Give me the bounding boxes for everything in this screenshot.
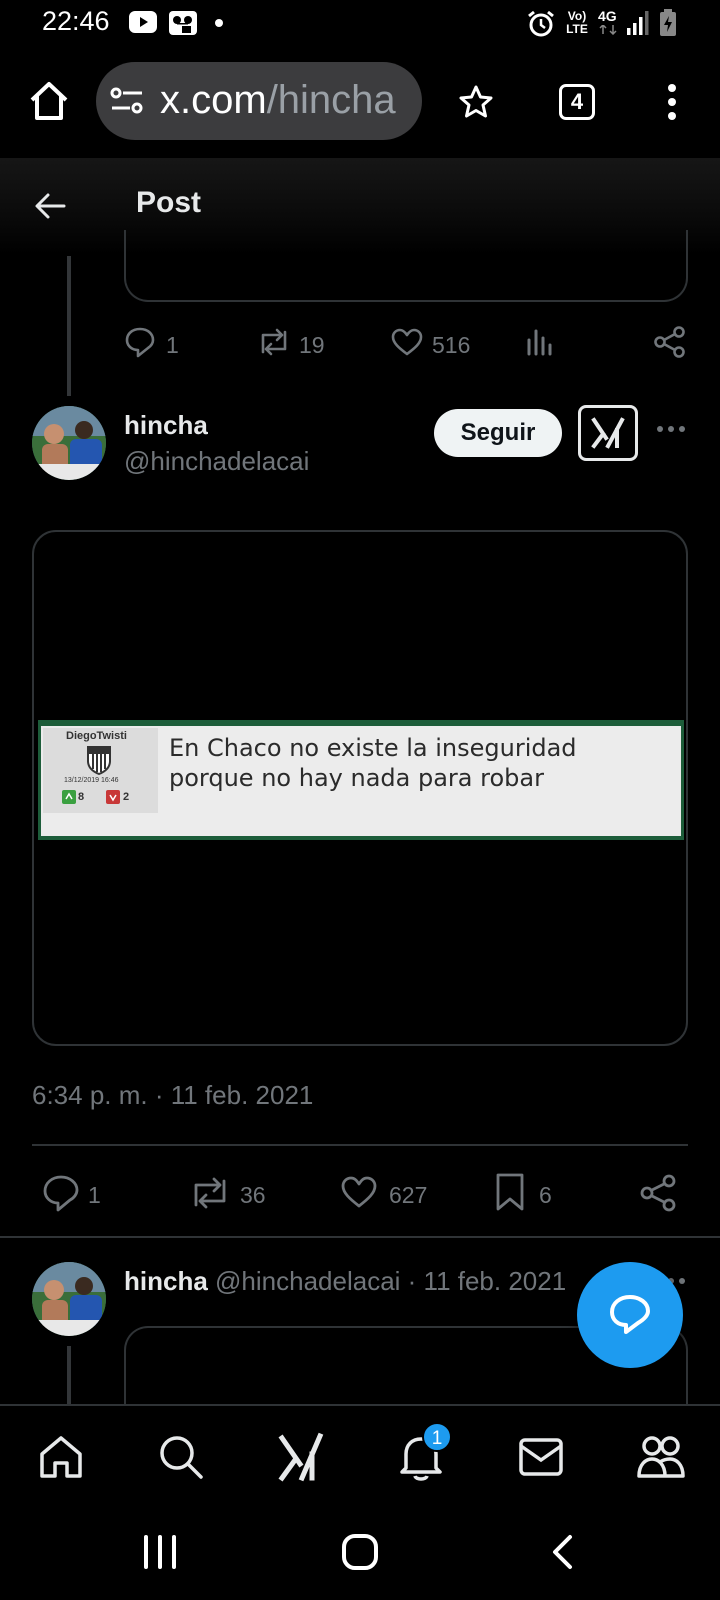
avatar-image — [32, 406, 106, 480]
url-text[interactable]: x.com/hincha — [160, 78, 410, 123]
browser-home-icon[interactable] — [28, 80, 70, 122]
nav-communities-icon[interactable] — [636, 1432, 686, 1480]
grok-button[interactable] — [578, 405, 638, 461]
data-arrows-icon — [599, 25, 617, 35]
prev-like-icon[interactable] — [391, 327, 423, 357]
signal-icon — [627, 11, 649, 35]
nav-home-icon[interactable] — [38, 1434, 84, 1480]
status-time: 22:46 — [42, 6, 110, 36]
youtube-icon — [129, 11, 157, 33]
bottom-navigation — [0, 1404, 720, 1512]
voicemail-app-icon — [169, 11, 197, 35]
nav-search-icon[interactable] — [158, 1434, 204, 1480]
system-home-icon[interactable] — [340, 1532, 380, 1572]
share-icon[interactable] — [640, 1174, 678, 1212]
prev-reply-count: 1 — [166, 332, 179, 358]
reply-author-line[interactable]: hincha @hinchadelacai · 11 feb. 2021 — [124, 1266, 594, 1297]
url-host: x.com — [160, 78, 267, 122]
like-icon[interactable] — [340, 1175, 378, 1209]
like-count: 627 — [389, 1182, 428, 1208]
notification-badge: 1 — [422, 1422, 452, 1452]
prev-repost-icon[interactable] — [256, 326, 292, 358]
network-label: Vo) LTE — [566, 9, 588, 36]
thread-connector-line — [67, 1346, 71, 1406]
author-handle[interactable]: @hinchadelacai — [124, 446, 309, 477]
downvote-icon — [106, 790, 120, 804]
post-timestamp[interactable]: 6:34 p. m. · 11 feb. 2021 — [32, 1080, 313, 1111]
divider — [32, 1144, 688, 1146]
reply-handle-date[interactable]: @hinchadelacai · 11 feb. 2021 — [215, 1266, 566, 1296]
status-bar: 22:46 Vo) LTE 4G — [0, 0, 720, 46]
recent-apps-icon[interactable] — [140, 1534, 180, 1570]
embedded-username: DiegoTwisti — [66, 730, 127, 742]
bookmark-icon[interactable] — [494, 1172, 526, 1212]
thread-connector-line — [67, 256, 71, 396]
grok-icon — [591, 417, 625, 449]
network-type: 4G — [598, 8, 617, 24]
battery-charging-icon — [660, 9, 676, 36]
prev-reply-icon[interactable] — [124, 326, 156, 358]
notification-dot-icon — [215, 19, 223, 27]
repost-count: 36 — [240, 1182, 266, 1208]
nav-messages-icon[interactable] — [518, 1436, 564, 1478]
nav-grok-icon[interactable] — [278, 1432, 324, 1482]
tab-switcher-button[interactable]: 4 — [559, 84, 595, 120]
compose-reply-icon — [610, 1295, 650, 1334]
downvote-count: 2 — [123, 791, 130, 803]
back-arrow-icon[interactable] — [34, 192, 66, 220]
bookmark-count: 6 — [539, 1182, 552, 1208]
alarm-icon — [528, 10, 554, 37]
reply-display-name[interactable]: hincha — [124, 1266, 208, 1296]
author-display-name[interactable]: hincha — [124, 410, 208, 441]
author-avatar[interactable] — [32, 406, 106, 480]
upvote-count: 8 — [78, 791, 85, 803]
embedded-date: 13/12/2019 16:46 — [64, 777, 119, 784]
system-back-icon[interactable] — [548, 1534, 576, 1570]
follow-button[interactable]: Seguir — [434, 409, 562, 457]
previous-post-media[interactable] — [124, 230, 688, 302]
divider — [0, 1236, 720, 1238]
site-settings-icon[interactable] — [110, 86, 144, 116]
url-path: /hincha — [266, 78, 396, 122]
reply-icon[interactable] — [42, 1174, 80, 1212]
avatar-image — [32, 1262, 106, 1336]
embedded-comment-text: En Chaco no existe la inseguridad porque… — [169, 733, 577, 793]
embedded-text-line-1: En Chaco no existe la inseguridad — [169, 734, 577, 762]
embedded-text-line-2: porque no hay nada para robar — [169, 764, 544, 792]
prev-views-icon[interactable] — [525, 328, 553, 356]
repost-icon[interactable] — [188, 1174, 232, 1212]
club-shield-icon — [87, 746, 111, 775]
prev-like-count: 516 — [432, 332, 471, 358]
browser-menu-icon[interactable] — [664, 82, 680, 122]
prev-repost-count: 19 — [299, 332, 325, 358]
page-title: Post — [136, 186, 202, 219]
reply-fab-button[interactable] — [577, 1262, 683, 1368]
upvote-icon — [62, 790, 76, 804]
more-options-icon[interactable] — [656, 424, 686, 434]
reply-author-avatar[interactable] — [32, 1262, 106, 1336]
reply-count: 1 — [88, 1182, 101, 1208]
prev-share-icon[interactable] — [654, 326, 686, 358]
bookmark-star-icon[interactable] — [458, 84, 494, 120]
